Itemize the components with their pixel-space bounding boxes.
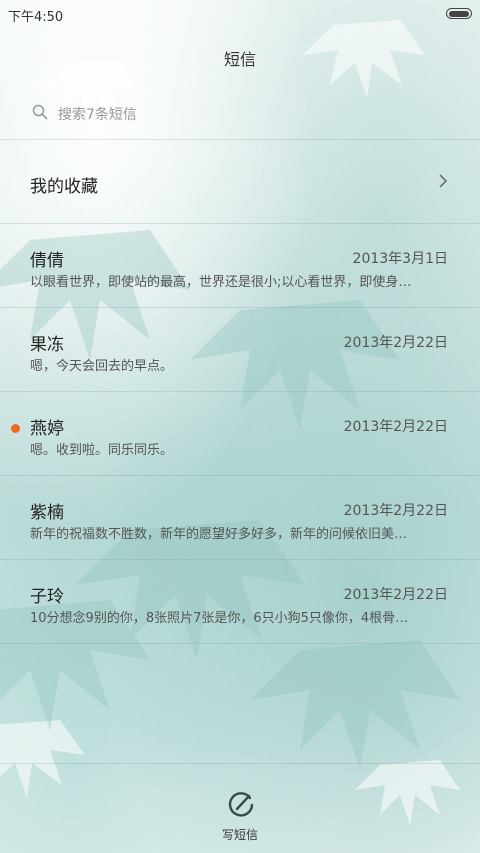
compose-button[interactable]: 写短信 <box>0 790 480 842</box>
message-preview: 以眼看世界，即使站的最高，世界还是很小;以心看世界，即使身… <box>30 275 412 290</box>
battery-icon <box>446 8 472 19</box>
message-preview: 10分想念9别的你，8张照片7张是你，6只小狗5只像你，4根骨… <box>30 611 409 626</box>
message-preview: 嗯。收到啦。同乐同乐。 <box>30 443 174 458</box>
favorites-entry[interactable]: 我的收藏 <box>0 160 480 222</box>
message-date: 2013年2月22日 <box>343 587 448 603</box>
conversation-row[interactable]: 燕婷 2013年2月22日 嗯。收到啦。同乐同乐。 <box>0 392 480 476</box>
message-preview: 新年的祝福数不胜数，新年的愿望好多好多，新年的问候依旧美… <box>30 527 408 542</box>
message-date: 2013年3月1日 <box>352 251 448 267</box>
contact-name: 紫楠 <box>30 503 64 523</box>
contact-name: 燕婷 <box>30 419 64 439</box>
message-preview: 嗯，今天会回去的早点。 <box>30 359 174 374</box>
contact-name: 子玲 <box>30 587 64 607</box>
status-time: 下午4:50 <box>8 10 64 25</box>
page-title: 短信 <box>223 50 256 69</box>
divider <box>0 139 480 140</box>
status-bar: 下午4:50 <box>0 0 480 28</box>
message-date: 2013年2月22日 <box>343 335 448 351</box>
chevron-right-icon <box>439 174 448 188</box>
search-placeholder: 搜索7条短信 <box>58 107 137 123</box>
search-input[interactable]: 搜索7条短信 <box>30 98 450 128</box>
contact-name: 果冻 <box>30 335 64 355</box>
compose-label: 写短信 <box>221 828 258 842</box>
divider <box>0 643 480 644</box>
favorites-label: 我的收藏 <box>30 177 98 197</box>
unread-dot-icon <box>11 424 20 433</box>
contact-name: 倩倩 <box>30 251 64 271</box>
message-date: 2013年2月22日 <box>343 503 448 519</box>
conversation-row[interactable]: 果冻 2013年2月22日 嗯，今天会回去的早点。 <box>0 308 480 392</box>
conversation-row[interactable]: 倩倩 2013年3月1日 以眼看世界，即使站的最高，世界还是很小;以心看世界，即… <box>0 224 480 308</box>
conversation-row[interactable]: 子玲 2013年2月22日 10分想念9别的你，8张照片7张是你，6只小狗5只像… <box>0 560 480 644</box>
conversation-row[interactable]: 紫楠 2013年2月22日 新年的祝福数不胜数，新年的愿望好多好多，新年的问候依… <box>0 476 480 560</box>
compose-icon <box>228 792 254 817</box>
divider <box>0 763 480 764</box>
search-icon <box>32 104 48 120</box>
message-date: 2013年2月22日 <box>343 419 448 435</box>
